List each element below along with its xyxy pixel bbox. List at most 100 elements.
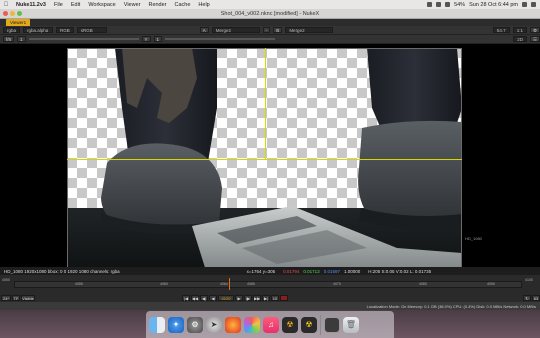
green-value: 0.01713 [303, 268, 320, 274]
go-to-end-button[interactable]: ▶| [262, 294, 270, 301]
alpha-channel-dropdown[interactable]: rgba.alpha [23, 27, 54, 33]
display-channel-dropdown[interactable]: RGB [56, 27, 74, 33]
loop-mode-button[interactable]: ↻ [523, 294, 531, 301]
window-controls [3, 11, 22, 16]
dock-separator [320, 314, 321, 335]
apple-icon[interactable]:  [0, 2, 12, 8]
status-text: Localization Mode: On Memory: 0.1 GB (38… [366, 303, 536, 309]
play-forward-button[interactable]: ▶ [235, 294, 243, 301]
system-preferences-icon[interactable]: ⚙ [187, 316, 203, 333]
timeline-track[interactable]: 4055 4060 4064 4065 4070 4080 4090 [14, 281, 522, 288]
end-frame-field[interactable]: 63 [532, 294, 540, 301]
music-icon[interactable]: ♫ [263, 316, 279, 333]
status-bar: Localization Mode: On Memory: 0.1 GB (38… [0, 302, 540, 310]
gain-value[interactable]: 1 [17, 36, 26, 42]
wifi-icon[interactable] [436, 2, 442, 7]
timeline-tick: 4090 [487, 282, 495, 286]
window-title: Shot_004_v002.nknc [modified] - NukeX [220, 10, 320, 17]
increment-field[interactable]: 10 [271, 294, 279, 301]
step-forward-button[interactable]: |▶ [244, 294, 252, 301]
tab-bar: Viewer1 [0, 19, 540, 26]
menu-render[interactable]: Render [144, 2, 170, 8]
menu-edit[interactable]: Edit [67, 2, 84, 8]
gain-slider[interactable] [28, 38, 139, 40]
go-to-start-button[interactable]: |◀ [182, 294, 190, 301]
fps-field[interactable]: 24* [1, 294, 11, 301]
colorspace-dropdown[interactable]: sRGB [76, 27, 107, 33]
launchpad-icon[interactable]: ➤ [206, 316, 222, 333]
search-icon[interactable] [522, 2, 527, 7]
input-a-dropdown[interactable]: Merge2 [211, 27, 260, 33]
previous-keyframe-button[interactable]: ◀◀ [191, 294, 199, 301]
safari-icon[interactable]: ✦ [168, 316, 184, 333]
playhead[interactable] [229, 278, 230, 290]
channels-dropdown[interactable]: rgba [3, 27, 21, 33]
format-info: HD_1080 1920x1080 bbox: 0 0 1920 1080 ch… [4, 268, 120, 274]
photos-icon[interactable] [244, 316, 260, 333]
clock[interactable]: Sun 28 Oct 6:44 pm [469, 2, 518, 8]
cache-button[interactable] [280, 294, 288, 301]
viewer-options-button[interactable]: ☰ [529, 36, 540, 42]
hsvl-value: H:205 S:0.05 V:0.02 L: 0.01735 [368, 268, 432, 274]
crosshair-horizontal [67, 159, 462, 160]
play-backward-button[interactable]: ◀ [209, 294, 217, 301]
crosshair-vertical [265, 48, 266, 159]
timeline-tick: 4055 [75, 282, 83, 286]
pixel-coords: x=1764 y=305 [246, 268, 276, 274]
step-back-button[interactable]: ◀| [200, 294, 208, 301]
bluetooth-icon[interactable] [445, 2, 451, 7]
current-frame-field[interactable]: 4120 [218, 294, 234, 301]
timeline-tick: 4080 [419, 282, 427, 286]
next-keyframe-button[interactable]: ▶▶ [253, 294, 261, 301]
menu-viewer[interactable]: Viewer [120, 2, 145, 8]
timeline-start: 4050 [2, 278, 10, 282]
zoom-dropdown[interactable]: 54.7 [492, 27, 510, 33]
macos-dock: ✦ ⚙ ➤ ♫ ☢ ☢ 🗑 [146, 311, 394, 338]
timeline-end: 4100 [525, 278, 533, 282]
minimize-window-icon[interactable] [10, 11, 15, 16]
firefox-icon[interactable] [225, 316, 241, 333]
red-value: 0.01794 [283, 268, 300, 274]
gamma-label[interactable]: Y [141, 36, 151, 42]
menu-app[interactable]: Nuke11.2v3 [12, 2, 50, 8]
view-mode-dropdown[interactable]: 2D [513, 36, 527, 42]
viewer-canvas[interactable]: HD_1080 [0, 44, 540, 274]
nuke-studio-icon[interactable]: ☢ [301, 316, 317, 333]
format-label: HD_1080 [465, 236, 482, 241]
proxy-ratio-dropdown[interactable]: 1:1 [512, 27, 527, 33]
timeline-tick: 4065 [247, 282, 255, 286]
tab-viewer1[interactable]: Viewer1 [6, 19, 31, 26]
dropbox-icon[interactable] [427, 2, 433, 7]
viewer-toolbar-top: rgba rgba.alpha RGB sRGB A Merge2 - B Me… [0, 26, 540, 35]
input-b-dropdown[interactable]: Merge2 [285, 27, 334, 33]
input-a-label: A [199, 27, 209, 33]
timeline-tick: 4064 [220, 282, 228, 286]
menu-workspace[interactable]: Workspace [84, 2, 119, 8]
right-boot-shape [358, 120, 462, 221]
notification-center-icon[interactable] [531, 2, 536, 7]
screen:  Nuke11.2v3 File Edit Workspace Viewer … [0, 0, 540, 338]
menubar-status-area: 54% Sun 28 Oct 6:44 pm [427, 2, 540, 8]
finder-icon[interactable] [149, 316, 165, 333]
close-window-icon[interactable] [3, 11, 8, 16]
menu-file[interactable]: File [50, 2, 67, 8]
gain-label[interactable]: f/8 [3, 36, 15, 42]
viewer-toolbar-bottom: f/8 1 Y 1 2D ☰ [0, 35, 540, 44]
visible-range-dropdown[interactable]: Visible [21, 294, 35, 301]
window-titlebar: Shot_004_v002.nknc [modified] - NukeX [0, 9, 540, 19]
nuke-icon[interactable]: ☢ [282, 316, 298, 333]
gamma-slider[interactable] [165, 38, 276, 40]
wipe-mode-button[interactable]: - [262, 27, 271, 33]
finder-window-icon[interactable] [324, 316, 340, 333]
trash-icon[interactable]: 🗑 [343, 316, 359, 333]
menu-help[interactable]: Help [194, 2, 213, 8]
tf-toggle[interactable]: TF [12, 294, 20, 301]
timeline[interactable]: 4050 4055 4060 4064 4065 4070 4080 4090 … [0, 275, 540, 293]
battery-percent[interactable]: 54% [454, 2, 465, 8]
settings-button[interactable]: ⚙ [529, 27, 540, 33]
gamma-value[interactable]: 1 [153, 36, 163, 42]
menu-cache[interactable]: Cache [171, 2, 195, 8]
zoom-window-icon[interactable] [17, 11, 22, 16]
viewer-info-bar: HD_1080 1920x1080 bbox: 0 0 1920 1080 ch… [0, 267, 540, 275]
alpha-value: 1.00000 [343, 268, 361, 274]
